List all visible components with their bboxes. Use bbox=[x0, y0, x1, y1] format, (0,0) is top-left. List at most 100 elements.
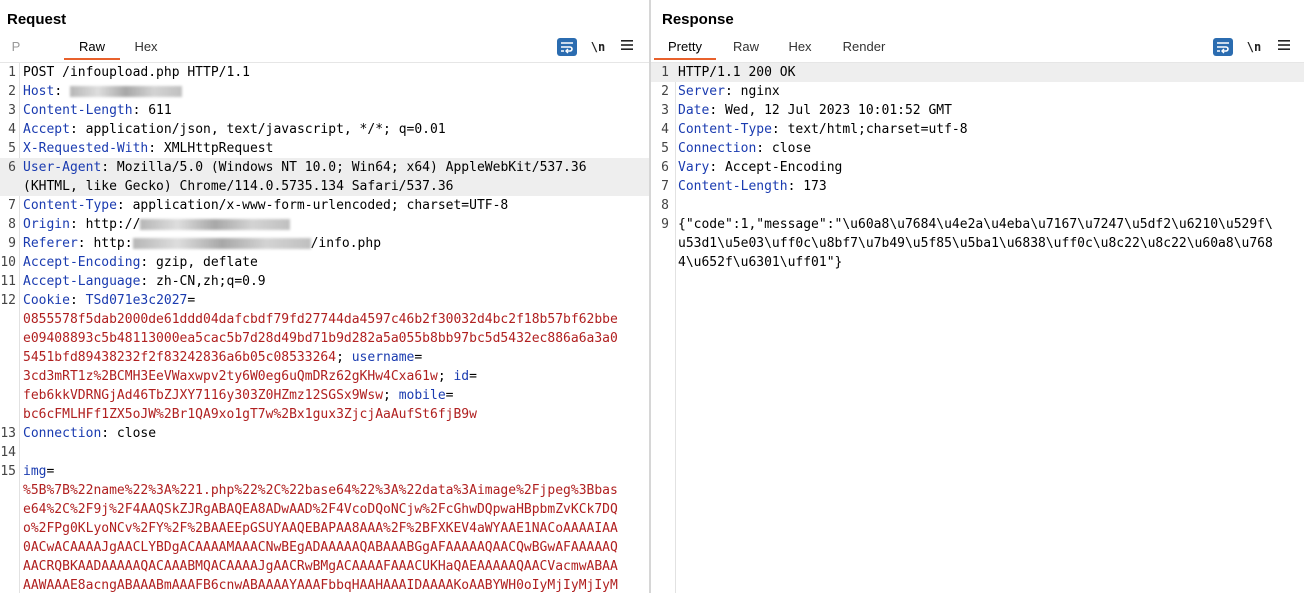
text-segment: : XMLHttpRequest bbox=[148, 141, 274, 156]
text-segment: : bbox=[54, 84, 70, 99]
header-name: TSd071e3c2027 bbox=[85, 293, 188, 308]
text-segment: ; bbox=[336, 350, 352, 365]
code-line: %5B%7B%22name%22%3A%221.php%22%2C%22base… bbox=[0, 481, 649, 500]
line-text: Cookie: TSd071e3c2027= bbox=[23, 291, 195, 310]
code-line: 4 Accept: application/json, text/javascri… bbox=[0, 120, 649, 139]
line-number: 7 bbox=[661, 179, 669, 194]
line-text: POST /infoupload.php HTTP/1.1 bbox=[23, 63, 250, 82]
code-line: 0ACwACAAAAJgAACLYBDgACAAAAMAAACNwBEgADAA… bbox=[0, 538, 649, 557]
line-number: 11 bbox=[0, 274, 16, 289]
param-value: 3cd3mRT1z%2BCMH3EeVWaxwpv2ty6W0eg6uQmDRz… bbox=[23, 369, 438, 384]
code-line: AACRQBKAADAAAAAQACAAABMQACAAAAJgAACRwBMg… bbox=[0, 557, 649, 576]
tab-hex[interactable]: Hex bbox=[126, 36, 166, 58]
line-text: Referer: http: /info.php bbox=[23, 234, 381, 253]
request-options-menu-button[interactable] bbox=[620, 38, 634, 56]
code-line: bc6cFMLHFf1ZX5oJW%2Br1QA9xo1gT7w%2Bx1gux… bbox=[0, 405, 649, 424]
text-segment: : Accept-Encoding bbox=[709, 160, 843, 175]
line-number: 7 bbox=[8, 198, 16, 213]
line-number: 3 bbox=[8, 103, 16, 118]
request-code: 1 POST /infoupload.php HTTP/1.1 2 Host: 3 Co… bbox=[0, 63, 649, 593]
code-line: 2 Host: bbox=[0, 82, 649, 101]
response-editor[interactable]: 1 HTTP/1.1 200 OK 2 Server: nginx 3 Date: Wed… bbox=[651, 62, 1304, 593]
line-number: 1 bbox=[8, 65, 16, 80]
line-text: bc6cFMLHFf1ZX5oJW%2Br1QA9xo1gT7w%2Bx1gux… bbox=[23, 405, 477, 424]
line-text: e09408893c5b48113000ea5cac5b7d28d49bd71b… bbox=[23, 329, 618, 348]
code-line: 9 {"code":1,"message":"\u60a8\u7684\u4e2a… bbox=[651, 215, 1304, 234]
header-name: Referer bbox=[23, 236, 78, 251]
hamburger-menu-icon bbox=[621, 40, 633, 50]
line-number: 13 bbox=[0, 426, 16, 441]
code-line: 7 Content-Type: application/x-www-form-ur… bbox=[0, 196, 649, 215]
show-newlines-button[interactable]: \n bbox=[1245, 38, 1263, 56]
code-line: 7 Content-Length: 173 bbox=[651, 177, 1304, 196]
response-options-menu-button[interactable] bbox=[1277, 38, 1291, 56]
tab-pretty[interactable]: Pretty bbox=[654, 36, 716, 60]
line-number: 10 bbox=[0, 255, 16, 270]
tab-hex[interactable]: Hex bbox=[783, 36, 817, 58]
text-segment: : text/html;charset=utf-8 bbox=[771, 122, 968, 137]
request-editor[interactable]: 1 POST /infoupload.php HTTP/1.1 2 Host: 3 Co… bbox=[0, 62, 649, 593]
text-segment: : http:// bbox=[69, 217, 141, 232]
wrap-lines-icon bbox=[1217, 42, 1229, 54]
redacted-text bbox=[132, 238, 311, 249]
tab-raw[interactable]: Raw bbox=[64, 36, 120, 60]
tab-raw[interactable]: Raw bbox=[729, 36, 763, 58]
line-text: Content-Type: text/html;charset=utf-8 bbox=[678, 120, 968, 139]
header-name: User-Agent bbox=[23, 160, 102, 175]
code-line: 9 Referer: http: /info.php bbox=[0, 234, 649, 253]
code-line: 4\u652f\u6301\uff01"} bbox=[651, 253, 1304, 272]
text-segment: ; bbox=[383, 388, 399, 403]
code-line: e09408893c5b48113000ea5cac5b7d28d49bd71b… bbox=[0, 329, 649, 348]
line-number: 1 bbox=[661, 65, 669, 80]
request-tabs: P Raw Hex bbox=[0, 36, 649, 60]
text-segment: : Wed, 12 Jul 2023 10:01:52 GMT bbox=[709, 103, 952, 118]
header-name: Content-Length bbox=[678, 179, 788, 194]
code-line: 8 Origin: http:// bbox=[0, 215, 649, 234]
word-wrap-button[interactable] bbox=[557, 38, 577, 56]
show-newlines-button[interactable]: \n bbox=[589, 38, 607, 56]
request-pane: Request P Raw Hex \n 1 POST /infoupload.p… bbox=[0, 0, 649, 593]
text-segment: : application/x-www-form-urlencoded; cha… bbox=[116, 198, 509, 213]
tab-render[interactable]: Render bbox=[837, 36, 891, 58]
line-number: 9 bbox=[661, 217, 669, 232]
line-text: Host: bbox=[23, 82, 182, 101]
header-name: Host bbox=[23, 84, 55, 99]
line-number: 6 bbox=[8, 160, 16, 175]
text-segment: = bbox=[445, 388, 454, 403]
header-name: Connection bbox=[23, 426, 102, 441]
header-name: Content-Type bbox=[678, 122, 772, 137]
header-name: Accept-Language bbox=[23, 274, 141, 289]
param-value: e64%2C%2F9j%2F4AAQSkZJRgABAQEA8ADwAAD%2F… bbox=[23, 502, 618, 517]
line-text: Origin: http:// bbox=[23, 215, 291, 234]
request-title: Request bbox=[7, 11, 67, 28]
param-value: e09408893c5b48113000ea5cac5b7d28d49bd71b… bbox=[23, 331, 618, 346]
text-segment: /info.php bbox=[310, 236, 382, 251]
line-text: img= bbox=[23, 462, 54, 481]
line-number: 15 bbox=[0, 464, 16, 479]
word-wrap-button[interactable] bbox=[1213, 38, 1233, 56]
line-text: AACRQBKAADAAAAAQACAAABMQACAAAAJgAACRwBMg… bbox=[23, 557, 618, 576]
line-number: 4 bbox=[661, 122, 669, 137]
code-line: 3cd3mRT1z%2BCMH3EeVWaxwpv2ty6W0eg6uQmDRz… bbox=[0, 367, 649, 386]
line-text: {"code":1,"message":"\u60a8\u7684\u4e2a\… bbox=[678, 215, 1273, 234]
tab-pretty-truncated[interactable]: P bbox=[10, 36, 22, 58]
response-title: Response bbox=[662, 11, 734, 28]
code-line: 11 Accept-Language: zh-CN,zh;q=0.9 bbox=[0, 272, 649, 291]
line-text: Accept: application/json, text/javascrip… bbox=[23, 120, 446, 139]
text-segment: : close bbox=[756, 141, 812, 156]
code-line: 3 Content-Length: 611 bbox=[0, 101, 649, 120]
param-value: AACRQBKAADAAAAAQACAAABMQACAAAAJgAACRwBMg… bbox=[23, 559, 618, 574]
code-line: 6 Vary: Accept-Encoding bbox=[651, 158, 1304, 177]
line-text: Content-Length: 173 bbox=[678, 177, 827, 196]
line-number: 12 bbox=[0, 293, 16, 308]
code-line: 1 HTTP/1.1 200 OK bbox=[651, 63, 1304, 82]
text-segment: : close bbox=[101, 426, 157, 441]
response-pane: Response Pretty Raw Hex Render \n 1 HTTP/… bbox=[651, 0, 1304, 593]
line-text: Content-Type: application/x-www-form-url… bbox=[23, 196, 508, 215]
text-segment: : nginx bbox=[724, 84, 780, 99]
line-number: 9 bbox=[8, 236, 16, 251]
line-text: Accept-Encoding: gzip, deflate bbox=[23, 253, 258, 272]
line-text: 3cd3mRT1z%2BCMH3EeVWaxwpv2ty6W0eg6uQmDRz… bbox=[23, 367, 477, 386]
text-segment: : Mozilla/5.0 (Windows NT 10.0; Win64; x… bbox=[101, 160, 587, 175]
line-number: 4 bbox=[8, 122, 16, 137]
